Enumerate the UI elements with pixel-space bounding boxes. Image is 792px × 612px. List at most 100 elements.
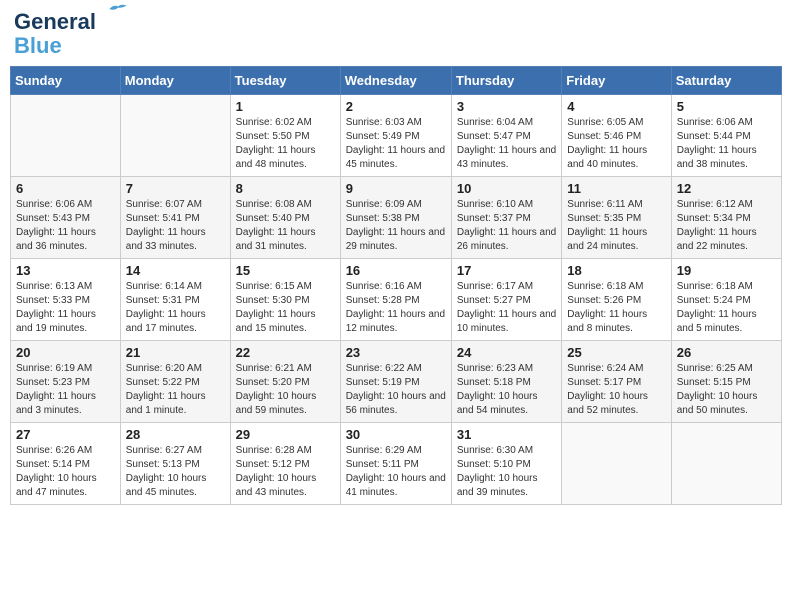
calendar-week-row: 13 Sunrise: 6:13 AM Sunset: 5:33 PM Dayli… xyxy=(11,259,782,341)
calendar-cell: 24 Sunrise: 6:23 AM Sunset: 5:18 PM Dayli… xyxy=(451,341,561,423)
day-number: 20 xyxy=(16,345,115,360)
day-info: Sunrise: 6:27 AM Sunset: 5:13 PM Dayligh… xyxy=(126,444,225,500)
day-number: 8 xyxy=(236,181,335,196)
day-info: Sunrise: 6:10 AM Sunset: 5:37 PM Dayligh… xyxy=(457,198,556,254)
day-number: 11 xyxy=(567,181,665,196)
logo-text: GeneralBlue xyxy=(14,9,96,58)
day-number: 10 xyxy=(457,181,556,196)
day-info: Sunrise: 6:24 AM Sunset: 5:17 PM Dayligh… xyxy=(567,362,665,418)
day-number: 31 xyxy=(457,427,556,442)
calendar-week-row: 1 Sunrise: 6:02 AM Sunset: 5:50 PM Daylig… xyxy=(11,95,782,177)
day-info: Sunrise: 6:11 AM Sunset: 5:35 PM Dayligh… xyxy=(567,198,665,254)
calendar-cell: 14 Sunrise: 6:14 AM Sunset: 5:31 PM Dayli… xyxy=(120,259,230,341)
day-info: Sunrise: 6:30 AM Sunset: 5:10 PM Dayligh… xyxy=(457,444,556,500)
day-info: Sunrise: 6:19 AM Sunset: 5:23 PM Dayligh… xyxy=(16,362,115,418)
day-number: 7 xyxy=(126,181,225,196)
day-number: 14 xyxy=(126,263,225,278)
day-info: Sunrise: 6:15 AM Sunset: 5:30 PM Dayligh… xyxy=(236,280,335,336)
day-number: 26 xyxy=(677,345,776,360)
day-number: 28 xyxy=(126,427,225,442)
calendar-cell: 16 Sunrise: 6:16 AM Sunset: 5:28 PM Dayli… xyxy=(340,259,451,341)
day-number: 21 xyxy=(126,345,225,360)
calendar-cell xyxy=(671,423,781,505)
day-info: Sunrise: 6:13 AM Sunset: 5:33 PM Dayligh… xyxy=(16,280,115,336)
calendar-cell: 11 Sunrise: 6:11 AM Sunset: 5:35 PM Dayli… xyxy=(562,177,671,259)
calendar-cell: 2 Sunrise: 6:03 AM Sunset: 5:49 PM Daylig… xyxy=(340,95,451,177)
day-header-tuesday: Tuesday xyxy=(230,67,340,95)
calendar-cell: 12 Sunrise: 6:12 AM Sunset: 5:34 PM Dayli… xyxy=(671,177,781,259)
day-number: 3 xyxy=(457,99,556,114)
calendar-cell: 27Sunrise: 6:26 AM Sunset: 5:14 PM Dayli… xyxy=(11,423,121,505)
day-number: 16 xyxy=(346,263,446,278)
day-info: Sunrise: 6:29 AM Sunset: 5:11 PM Dayligh… xyxy=(346,444,446,500)
day-number: 24 xyxy=(457,345,556,360)
calendar-cell: 4 Sunrise: 6:05 AM Sunset: 5:46 PM Daylig… xyxy=(562,95,671,177)
day-header-wednesday: Wednesday xyxy=(340,67,451,95)
day-info: Sunrise: 6:02 AM Sunset: 5:50 PM Dayligh… xyxy=(236,116,335,172)
day-number: 25 xyxy=(567,345,665,360)
day-number: 30 xyxy=(346,427,446,442)
day-info: Sunrise: 6:16 AM Sunset: 5:28 PM Dayligh… xyxy=(346,280,446,336)
calendar-cell xyxy=(120,95,230,177)
day-info: Sunrise: 6:28 AM Sunset: 5:12 PM Dayligh… xyxy=(236,444,335,500)
day-info: Sunrise: 6:06 AM Sunset: 5:44 PM Dayligh… xyxy=(677,116,776,172)
day-info: Sunrise: 6:03 AM Sunset: 5:49 PM Dayligh… xyxy=(346,116,446,172)
calendar-cell xyxy=(562,423,671,505)
calendar-cell: 6 Sunrise: 6:06 AM Sunset: 5:43 PM Daylig… xyxy=(11,177,121,259)
day-info: Sunrise: 6:04 AM Sunset: 5:47 PM Dayligh… xyxy=(457,116,556,172)
calendar-cell: 31 Sunrise: 6:30 AM Sunset: 5:10 PM Dayli… xyxy=(451,423,561,505)
day-number: 27 xyxy=(16,427,115,442)
day-number: 23 xyxy=(346,345,446,360)
calendar-cell: 9Sunrise: 6:09 AM Sunset: 5:38 PM Daylig… xyxy=(340,177,451,259)
day-info: Sunrise: 6:12 AM Sunset: 5:34 PM Dayligh… xyxy=(677,198,776,254)
day-info: Sunrise: 6:06 AM Sunset: 5:43 PM Dayligh… xyxy=(16,198,115,254)
logo-bird-icon xyxy=(108,2,128,16)
day-number: 12 xyxy=(677,181,776,196)
day-number: 1 xyxy=(236,99,335,114)
calendar-table: SundayMondayTuesdayWednesdayThursdayFrid… xyxy=(10,66,782,505)
day-number: 29 xyxy=(236,427,335,442)
page-header: GeneralBlue xyxy=(10,10,782,58)
logo: GeneralBlue xyxy=(14,10,96,58)
day-header-saturday: Saturday xyxy=(671,67,781,95)
calendar-cell: 1 Sunrise: 6:02 AM Sunset: 5:50 PM Daylig… xyxy=(230,95,340,177)
calendar-week-row: 20 Sunrise: 6:19 AM Sunset: 5:23 PM Dayli… xyxy=(11,341,782,423)
day-info: Sunrise: 6:17 AM Sunset: 5:27 PM Dayligh… xyxy=(457,280,556,336)
day-info: Sunrise: 6:18 AM Sunset: 5:24 PM Dayligh… xyxy=(677,280,776,336)
calendar-header-row: SundayMondayTuesdayWednesdayThursdayFrid… xyxy=(11,67,782,95)
calendar-cell: 8 Sunrise: 6:08 AM Sunset: 5:40 PM Daylig… xyxy=(230,177,340,259)
calendar-cell: 7 Sunrise: 6:07 AM Sunset: 5:41 PM Daylig… xyxy=(120,177,230,259)
day-info: Sunrise: 6:14 AM Sunset: 5:31 PM Dayligh… xyxy=(126,280,225,336)
day-number: 4 xyxy=(567,99,665,114)
day-header-sunday: Sunday xyxy=(11,67,121,95)
day-info: Sunrise: 6:18 AM Sunset: 5:26 PM Dayligh… xyxy=(567,280,665,336)
calendar-cell: 29 Sunrise: 6:28 AM Sunset: 5:12 PM Dayli… xyxy=(230,423,340,505)
calendar-cell: 3 Sunrise: 6:04 AM Sunset: 5:47 PM Daylig… xyxy=(451,95,561,177)
calendar-cell: 13 Sunrise: 6:13 AM Sunset: 5:33 PM Dayli… xyxy=(11,259,121,341)
day-number: 19 xyxy=(677,263,776,278)
day-header-friday: Friday xyxy=(562,67,671,95)
day-number: 2 xyxy=(346,99,446,114)
calendar-cell: 20 Sunrise: 6:19 AM Sunset: 5:23 PM Dayli… xyxy=(11,341,121,423)
calendar-cell: 18 Sunrise: 6:18 AM Sunset: 5:26 PM Dayli… xyxy=(562,259,671,341)
calendar-cell: 23Sunrise: 6:22 AM Sunset: 5:19 PM Dayli… xyxy=(340,341,451,423)
day-info: Sunrise: 6:25 AM Sunset: 5:15 PM Dayligh… xyxy=(677,362,776,418)
calendar-cell: 19 Sunrise: 6:18 AM Sunset: 5:24 PM Dayli… xyxy=(671,259,781,341)
calendar-cell: 28 Sunrise: 6:27 AM Sunset: 5:13 PM Dayli… xyxy=(120,423,230,505)
day-header-thursday: Thursday xyxy=(451,67,561,95)
day-info: Sunrise: 6:07 AM Sunset: 5:41 PM Dayligh… xyxy=(126,198,225,254)
day-number: 13 xyxy=(16,263,115,278)
day-number: 9 xyxy=(346,181,446,196)
day-header-monday: Monday xyxy=(120,67,230,95)
day-info: Sunrise: 6:23 AM Sunset: 5:18 PM Dayligh… xyxy=(457,362,556,418)
logo-blue-text: Blue xyxy=(14,33,62,58)
day-info: Sunrise: 6:20 AM Sunset: 5:22 PM Dayligh… xyxy=(126,362,225,418)
calendar-cell: 30 Sunrise: 6:29 AM Sunset: 5:11 PM Dayli… xyxy=(340,423,451,505)
day-number: 6 xyxy=(16,181,115,196)
calendar-week-row: 6 Sunrise: 6:06 AM Sunset: 5:43 PM Daylig… xyxy=(11,177,782,259)
calendar-week-row: 27Sunrise: 6:26 AM Sunset: 5:14 PM Dayli… xyxy=(11,423,782,505)
day-info: Sunrise: 6:08 AM Sunset: 5:40 PM Dayligh… xyxy=(236,198,335,254)
day-info: Sunrise: 6:05 AM Sunset: 5:46 PM Dayligh… xyxy=(567,116,665,172)
calendar-cell xyxy=(11,95,121,177)
day-number: 18 xyxy=(567,263,665,278)
